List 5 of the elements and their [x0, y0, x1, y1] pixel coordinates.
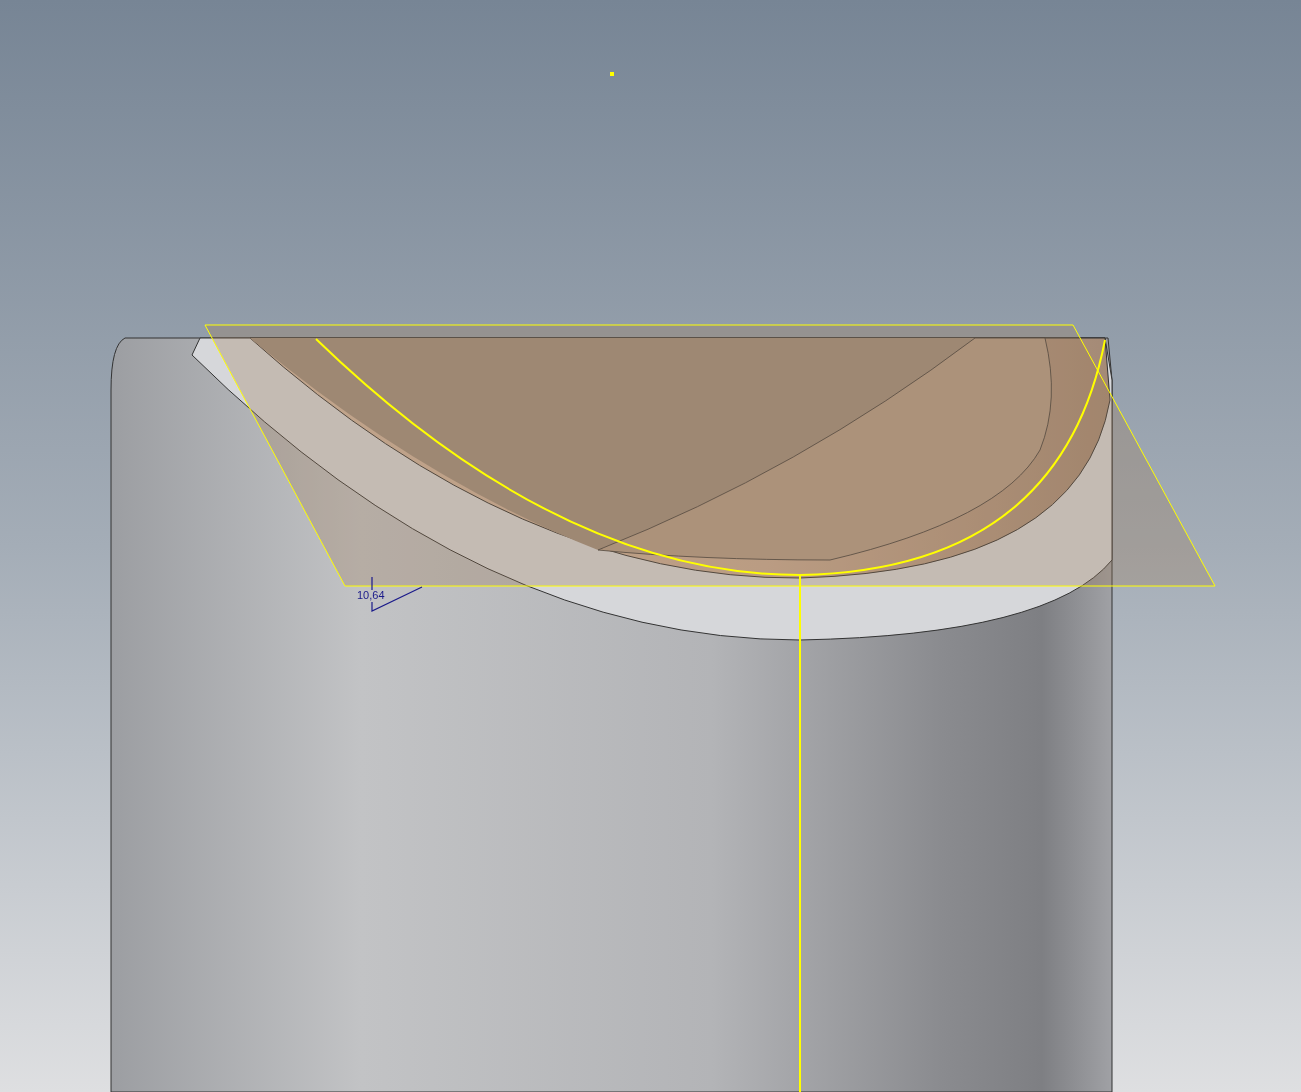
work-plane[interactable]: [204, 324, 1216, 587]
sketch-curve[interactable]: [315, 338, 1106, 576]
dimension-value[interactable]: 10,64: [357, 589, 385, 601]
axis-line[interactable]: [799, 574, 801, 1092]
sketch-point[interactable]: [610, 72, 614, 76]
